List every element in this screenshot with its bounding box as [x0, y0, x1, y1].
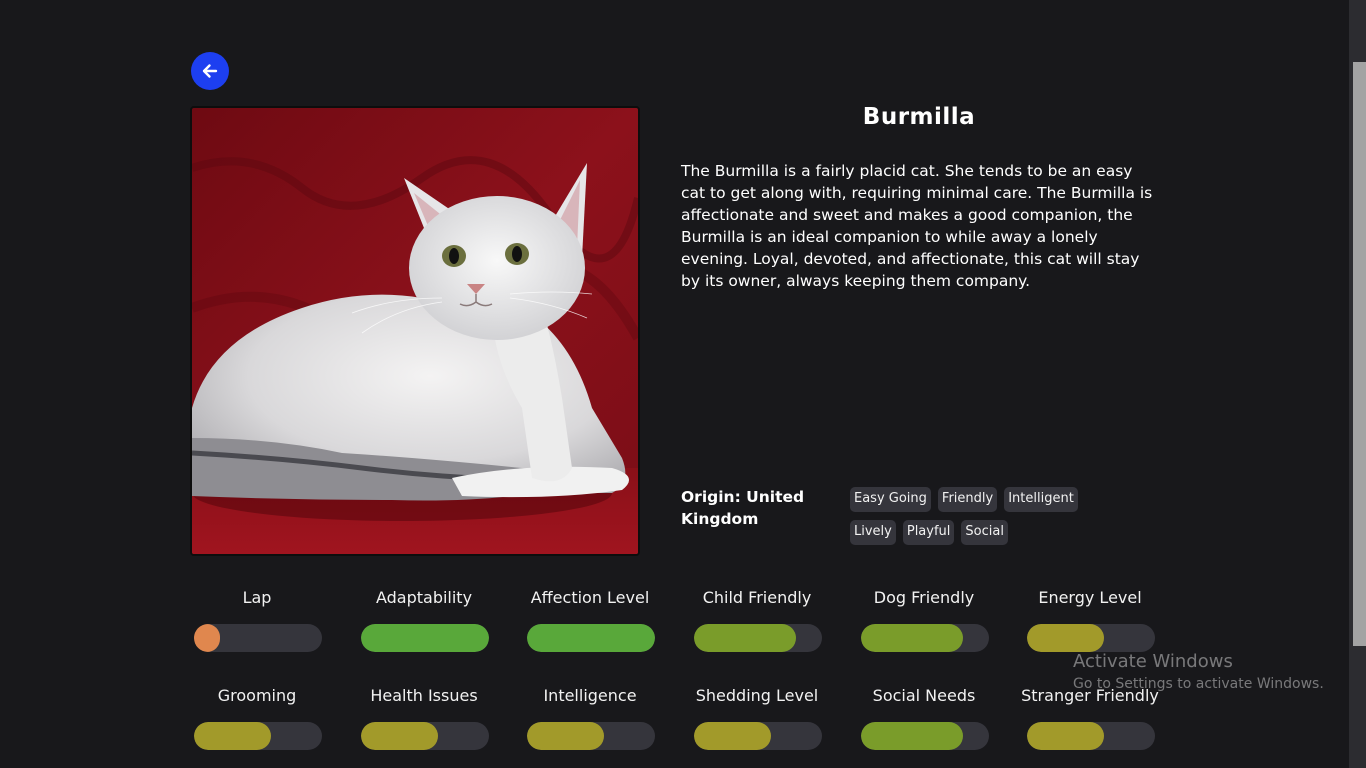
stat-bar-fill: [527, 722, 604, 750]
back-button[interactable]: [191, 52, 229, 90]
breed-description: The Burmilla is a fairly placid cat. She…: [681, 162, 1153, 290]
stat-label: Shedding Level: [695, 686, 819, 705]
stat-bar-fill: [861, 624, 964, 652]
temperament-tag: Intelligent: [1004, 487, 1078, 512]
stat-bar-fill: [194, 624, 220, 652]
stat-dog-friendly: Dog Friendly: [844, 588, 1004, 652]
stat-stranger-friendly: Stranger Friendly: [1010, 686, 1170, 750]
stat-bar: [861, 624, 989, 652]
stat-label: Lap: [242, 588, 272, 607]
temperament-tag: Friendly: [937, 487, 998, 512]
stat-label: Energy Level: [1038, 588, 1142, 607]
stat-intelligence: Intelligence: [510, 686, 670, 750]
scrollbar-thumb[interactable]: [1353, 62, 1366, 646]
stat-bar-fill: [694, 624, 797, 652]
stat-bar-fill: [194, 722, 271, 750]
stat-bar-fill: [361, 722, 438, 750]
stat-label: Intelligence: [543, 686, 637, 705]
temperament-tag: Playful: [902, 520, 955, 545]
stat-affection-level: Affection Level: [510, 588, 670, 652]
temperament-tag: Lively: [850, 520, 896, 545]
stat-label: Adaptability: [375, 588, 473, 607]
stat-bar: [1027, 624, 1155, 652]
stat-bar: [361, 624, 489, 652]
temperament-tag: Easy Going: [850, 487, 931, 512]
stat-health-issues: Health Issues: [344, 686, 504, 750]
stat-grooming: Grooming: [177, 686, 337, 750]
breed-title: Burmilla: [862, 104, 976, 130]
stat-bar: [194, 722, 322, 750]
stat-bar: [694, 722, 822, 750]
stat-bar: [527, 722, 655, 750]
stat-bar: [194, 624, 322, 652]
stat-label: Affection Level: [530, 588, 650, 607]
stat-bar-fill: [1027, 722, 1104, 750]
stat-bar-fill: [361, 624, 489, 652]
stat-label: Grooming: [217, 686, 297, 705]
arrow-left-icon: [202, 64, 218, 78]
stat-bar: [694, 624, 822, 652]
stat-social-needs: Social Needs: [844, 686, 1004, 750]
stat-bar: [361, 722, 489, 750]
stat-label: Child Friendly: [702, 588, 812, 607]
stat-bar: [527, 624, 655, 652]
temperament-tag: Social: [961, 520, 1008, 545]
watermark-title: Activate Windows: [1073, 651, 1233, 672]
stat-energy-level: Energy Level: [1010, 588, 1170, 652]
breed-origin: Origin: United Kingdom: [681, 488, 805, 528]
temperament-tags: Easy Going Friendly Intelligent Lively P…: [850, 487, 1115, 545]
page-scrollbar[interactable]: [1349, 0, 1366, 768]
stat-lap: Lap: [177, 588, 337, 652]
cat-image: [192, 108, 638, 554]
stat-label: Social Needs: [872, 686, 976, 705]
stat-label: Health Issues: [370, 686, 478, 705]
cat-photo: [190, 106, 640, 556]
stat-bar: [861, 722, 989, 750]
stat-bar-fill: [1027, 624, 1104, 652]
stat-bar: [1027, 722, 1155, 750]
stat-label: Dog Friendly: [873, 588, 975, 607]
stat-label: Stranger Friendly: [1021, 686, 1159, 705]
stat-bar-fill: [861, 722, 964, 750]
stat-child-friendly: Child Friendly: [677, 588, 837, 652]
stat-bar-fill: [694, 722, 771, 750]
stat-shedding-level: Shedding Level: [677, 686, 837, 750]
stat-bar-fill: [527, 624, 655, 652]
stat-adaptability: Adaptability: [344, 588, 504, 652]
